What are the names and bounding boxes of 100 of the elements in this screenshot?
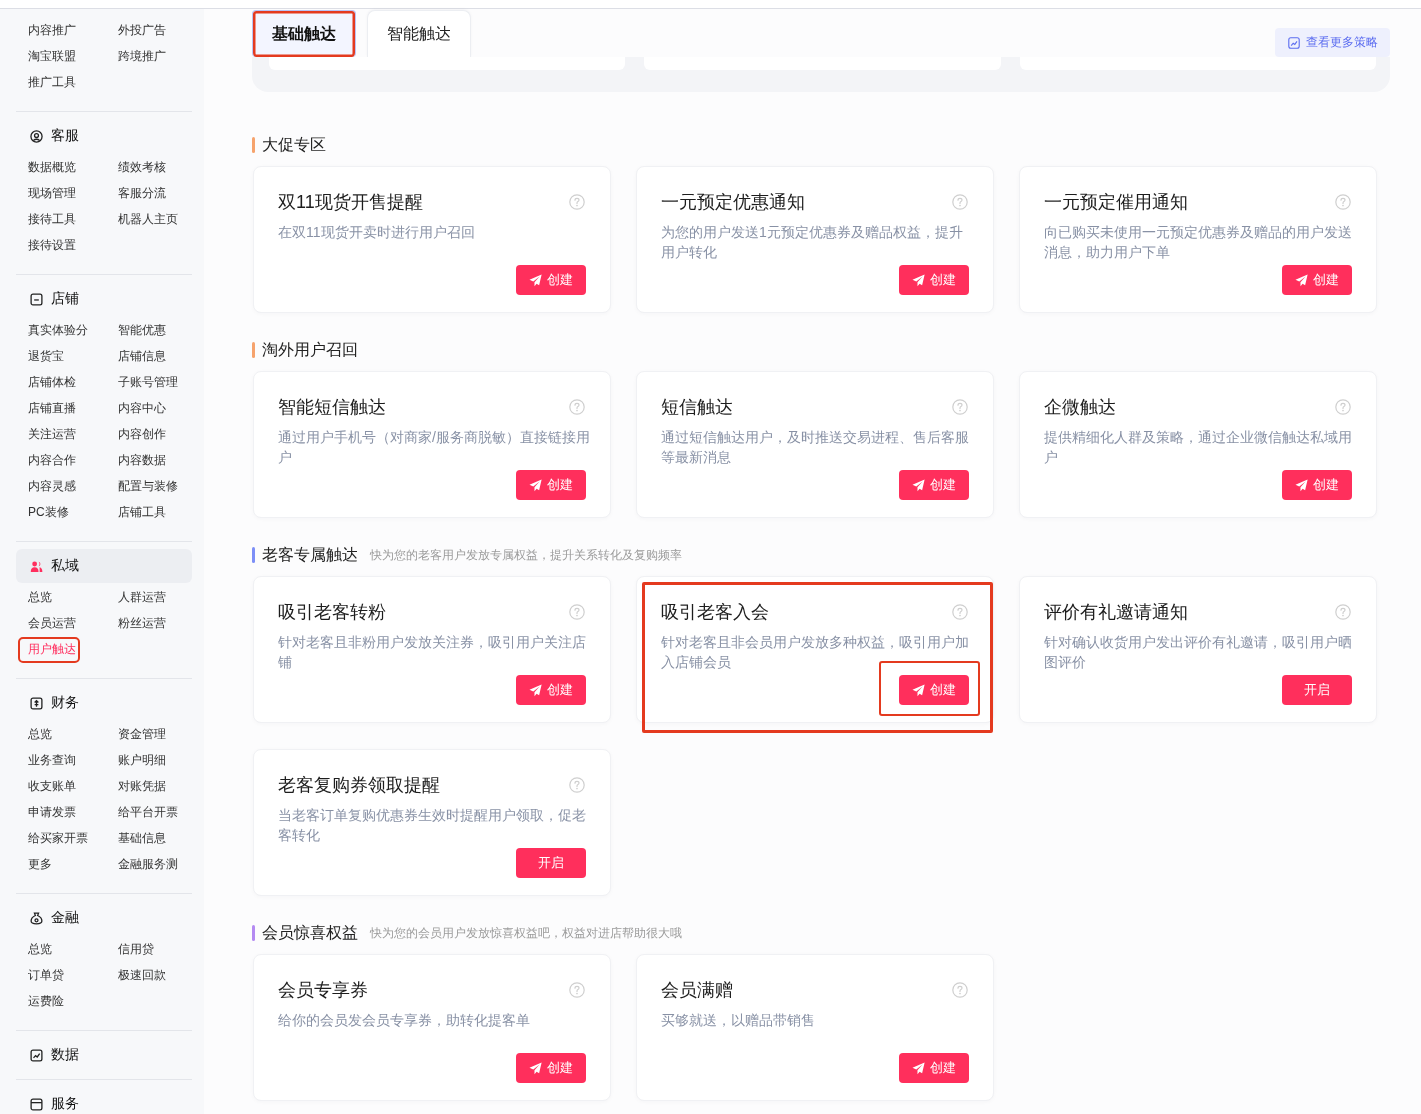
sidebar-item[interactable]: 资金管理	[118, 721, 166, 747]
sidebar-item[interactable]: 申请发票	[28, 799, 76, 825]
sidebar-item[interactable]: 店铺体检	[28, 369, 76, 395]
create-button[interactable]: 创建	[1282, 265, 1352, 295]
sidebar-item[interactable]: 店铺工具	[118, 499, 166, 525]
help-icon[interactable]	[952, 982, 968, 998]
sidebar-item[interactable]: 基础信息	[118, 825, 166, 851]
sidebar-item[interactable]: 绩效考核	[118, 154, 166, 180]
sidebar-item[interactable]: 给买家开票	[28, 825, 88, 851]
help-icon[interactable]	[952, 194, 968, 210]
menu-group-header[interactable]: 店铺	[16, 288, 192, 310]
sidebar-item[interactable]: PC装修	[28, 499, 69, 525]
sidebar-item[interactable]: 机器人主页	[118, 206, 178, 232]
enable-button[interactable]: 开启	[516, 848, 586, 878]
sidebar-item[interactable]: 给平台开票	[118, 799, 178, 825]
paper-plane-icon	[912, 683, 925, 697]
menu-group-header[interactable]: 客服	[16, 125, 192, 147]
card-title: 一元预定优惠通知	[661, 191, 805, 213]
menu-group-header[interactable]: 服务	[16, 1093, 192, 1114]
card-description: 针对老客且非粉用户发放关注券，吸引用户关注店铺	[278, 633, 587, 672]
card-title: 智能短信触达	[278, 396, 386, 418]
sidebar-item[interactable]: 金融服务测	[118, 851, 178, 877]
help-icon[interactable]	[569, 194, 585, 210]
create-button[interactable]: 创建	[516, 470, 586, 500]
card-title: 吸引老客入会	[661, 601, 769, 623]
card-title: 吸引老客转粉	[278, 601, 386, 623]
menu-group-header[interactable]: 私域	[16, 549, 192, 583]
help-icon[interactable]	[1335, 604, 1351, 620]
paper-plane-icon	[529, 478, 542, 492]
sidebar-item[interactable]: 内容推广	[28, 17, 76, 43]
sidebar-item[interactable]: 极速回款	[118, 962, 166, 988]
sidebar-item[interactable]: 人群运营	[118, 584, 166, 610]
sidebar-item[interactable]: 内容合作	[28, 447, 76, 473]
create-button[interactable]: 创建	[516, 1053, 586, 1083]
help-icon[interactable]	[1335, 399, 1351, 415]
create-button[interactable]: 创建	[516, 675, 586, 705]
sidebar-item[interactable]: 真实体验分	[28, 317, 88, 343]
help-icon[interactable]	[569, 982, 585, 998]
sidebar-item[interactable]: 店铺信息	[118, 343, 166, 369]
sidebar-item[interactable]: 总览	[28, 721, 52, 747]
sidebar-item[interactable]: 退货宝	[28, 343, 64, 369]
sidebar-item[interactable]: 客服分流	[118, 180, 166, 206]
section-subtitle: 快为您的会员用户发放惊喜权益吧，权益对进店帮助很大哦	[370, 924, 682, 942]
help-icon[interactable]	[569, 399, 585, 415]
paper-plane-icon	[912, 273, 925, 287]
card-description: 为您的用户发送1元预定优惠券及赠品权益，提升用户转化	[661, 223, 964, 262]
sidebar-item[interactable]: 关注运营	[28, 421, 76, 447]
create-button[interactable]: 创建	[899, 675, 969, 705]
sidebar-item[interactable]: 推广工具	[28, 69, 76, 95]
sidebar-item[interactable]: 内容数据	[118, 447, 166, 473]
create-button[interactable]: 创建	[899, 470, 969, 500]
sidebar-item[interactable]: 子账号管理	[118, 369, 178, 395]
sidebar-item[interactable]: 淘宝联盟	[28, 43, 76, 69]
sidebar-item[interactable]: 店铺直播	[28, 395, 76, 421]
help-icon[interactable]	[569, 604, 585, 620]
sidebar-item[interactable]: 配置与装修	[118, 473, 178, 499]
help-icon[interactable]	[952, 604, 968, 620]
sidebar-item[interactable]: 接待设置	[28, 232, 76, 258]
sidebar-item[interactable]: 对账凭据	[118, 773, 166, 799]
sidebar-item[interactable]: 跨境推广	[118, 43, 166, 69]
menu-group-header[interactable]: 财务	[16, 692, 192, 714]
sidebar-item[interactable]: 订单贷	[28, 962, 64, 988]
menu-group-header[interactable]: 金融	[16, 907, 192, 929]
sidebar-item[interactable]: 总览	[28, 936, 52, 962]
card-description: 买够就送，以赠品带销售	[661, 1011, 816, 1030]
sidebar-item[interactable]: 更多	[28, 851, 52, 877]
sidebar-item[interactable]: 收支账单	[28, 773, 76, 799]
card-description: 当老客订单复购优惠券生效时提醒用户领取，促老客转化	[278, 806, 587, 845]
sidebar-item[interactable]: 信用贷	[118, 936, 154, 962]
help-icon[interactable]	[1335, 194, 1351, 210]
card-description: 给你的会员发会员专享券，助转化提客单	[278, 1011, 531, 1030]
sidebar-item[interactable]: 数据概览	[28, 154, 76, 180]
sidebar-item[interactable]: 总览	[28, 584, 52, 610]
more-strategies-button[interactable]: 查看更多策略	[1275, 28, 1390, 57]
section-title: 老客专属触达	[262, 545, 358, 565]
help-icon[interactable]	[569, 777, 585, 793]
card-description: 在双11现货开卖时进行用户召回	[278, 223, 476, 242]
sidebar-item[interactable]: 内容中心	[118, 395, 166, 421]
card-description: 通过用户手机号（对商家/服务商脱敏）直接链接用户	[278, 428, 590, 467]
sidebar-item[interactable]: 账户明细	[118, 747, 166, 773]
create-button[interactable]: 创建	[1282, 470, 1352, 500]
sidebar-item[interactable]: 内容灵感	[28, 473, 76, 499]
sidebar-item[interactable]: 外投广告	[118, 17, 166, 43]
tab[interactable]: 智能触达	[367, 10, 471, 57]
section-title: 会员惊喜权益	[262, 923, 358, 943]
enable-button[interactable]: 开启	[1282, 675, 1352, 705]
sidebar-item[interactable]: 内容创作	[118, 421, 166, 447]
sidebar-item[interactable]: 智能优惠	[118, 317, 166, 343]
create-button[interactable]: 创建	[899, 265, 969, 295]
sidebar-item[interactable]: 接待工具	[28, 206, 76, 232]
create-button[interactable]: 创建	[899, 1053, 969, 1083]
sidebar-item[interactable]: 会员运营	[28, 610, 76, 636]
create-button[interactable]: 创建	[516, 265, 586, 295]
sidebar-item[interactable]: 粉丝运营	[118, 610, 166, 636]
menu-group-header[interactable]: 数据	[16, 1044, 192, 1066]
help-icon[interactable]	[952, 399, 968, 415]
sidebar-item[interactable]: 运费险	[28, 988, 64, 1014]
tab[interactable]: 基础触达	[252, 10, 356, 57]
sidebar-item[interactable]: 业务查询	[28, 747, 76, 773]
sidebar-item[interactable]: 现场管理	[28, 180, 76, 206]
